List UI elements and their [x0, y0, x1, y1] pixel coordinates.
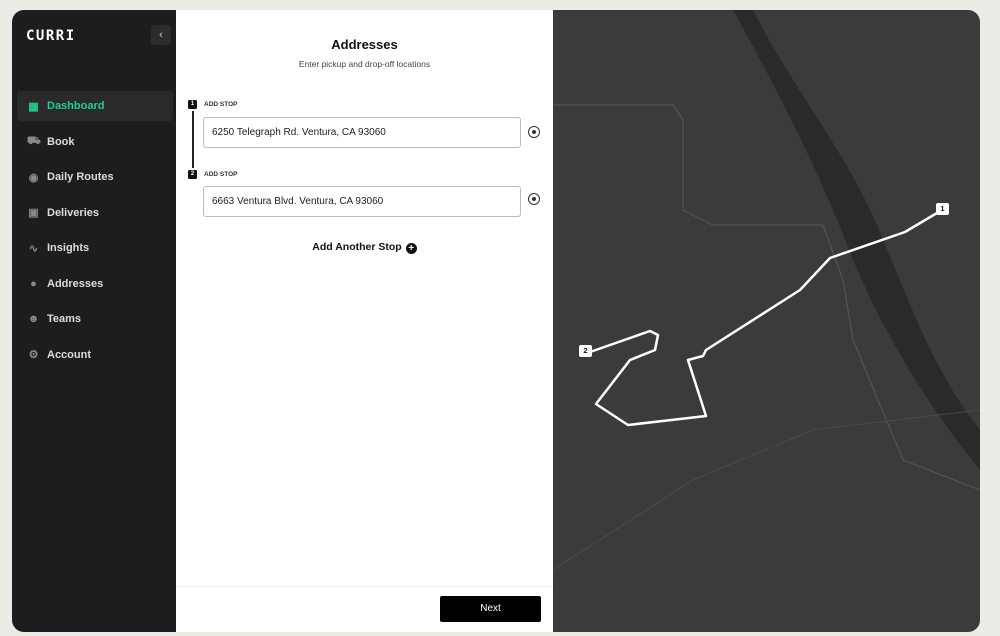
map-marker-1[interactable]: 1 — [936, 203, 949, 215]
sidebar-item-label: Addresses — [47, 277, 104, 290]
sidebar-item-label: Teams — [47, 313, 82, 325]
logo: CURRI — [26, 28, 76, 44]
sidebar-item-account[interactable]: ⚙ Account — [17, 340, 173, 370]
stop-number-badge: 1 — [188, 100, 197, 109]
grid-icon: ▦ — [28, 100, 39, 113]
users-icon: ☻ — [27, 313, 40, 325]
form-footer: Next — [176, 586, 553, 632]
add-stop-label: Add Another Stop — [312, 241, 402, 253]
sidebar-item-label: Book — [47, 135, 75, 148]
stop-label: ADD STOP — [204, 101, 238, 108]
sidebar-item-insights[interactable]: ∿ Insights — [17, 233, 173, 263]
map-pin-icon: ◉ — [28, 171, 39, 184]
next-button[interactable]: Next — [440, 596, 541, 622]
sidebar-item-label: Dashboard — [47, 100, 105, 112]
river — [733, 10, 980, 470]
sidebar-item-daily-routes[interactable]: ◉ Daily Routes — [17, 162, 173, 192]
stop-label: ADD STOP — [204, 171, 238, 178]
sidebar-item-addresses[interactable]: ● Addresses — [17, 269, 173, 299]
map-layer — [553, 10, 980, 571]
sidebar-item-deliveries[interactable]: ▣ Deliveries — [17, 198, 173, 228]
chevron-left-icon: ‹ — [159, 29, 163, 41]
stop-connector — [192, 111, 194, 168]
road — [553, 104, 980, 491]
stop-1-address-input[interactable]: 6250 Telegraph Rd. Ventura, CA 93060 — [203, 117, 521, 148]
sidebar-item-teams[interactable]: ☻ Teams — [17, 304, 173, 334]
locate-icon[interactable] — [528, 126, 540, 138]
gear-icon: ⚙ — [28, 349, 39, 361]
sidebar-item-dashboard[interactable]: ▦ Dashboard — [17, 91, 173, 121]
route-map[interactable]: 1 2 — [553, 10, 980, 632]
trend-line-icon: ∿ — [28, 242, 39, 255]
app-window: CURRI ‹ ▦ Dashboard ⛟ Book ◉ Daily Routes ▣… — [12, 10, 980, 632]
locate-icon[interactable] — [528, 193, 540, 205]
truck-icon: ⛟ — [27, 134, 41, 147]
map-marker-2[interactable]: 2 — [579, 345, 592, 357]
sidebar-item-label: Deliveries — [47, 206, 99, 219]
sidebar-item-book[interactable]: ⛟ Book — [17, 127, 173, 157]
add-another-stop-button[interactable]: Add Another Stop + — [176, 241, 553, 254]
sidebar-nav: ▦ Dashboard ⛟ Book ◉ Daily Routes ▣ Deliveri… — [17, 91, 173, 375]
box-icon: ▣ — [28, 207, 39, 219]
road — [553, 409, 980, 571]
stop-number-badge: 2 — [188, 170, 197, 179]
sidebar-item-label: Daily Routes — [47, 171, 114, 183]
addresses-panel: Addresses Enter pickup and drop-off loca… — [176, 10, 553, 632]
collapse-sidebar-button[interactable]: ‹ — [151, 25, 171, 45]
sidebar: CURRI ‹ ▦ Dashboard ⛟ Book ◉ Daily Routes ▣… — [12, 10, 176, 632]
stop-2-address-input[interactable]: 6663 Ventura Blvd. Ventura, CA 93060 — [203, 186, 521, 217]
sidebar-item-label: Insights — [47, 242, 90, 254]
page-title: Addresses — [331, 37, 398, 52]
page-subtitle: Enter pickup and drop-off locations — [298, 59, 431, 69]
globe-icon: ● — [30, 277, 37, 290]
plus-circle-icon: + — [405, 243, 417, 254]
sidebar-item-label: Account — [47, 348, 91, 361]
